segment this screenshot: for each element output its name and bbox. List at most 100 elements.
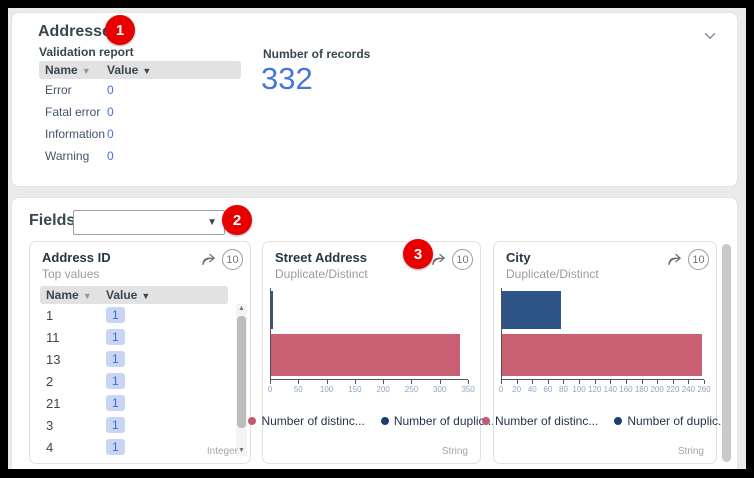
row-value-link[interactable]: 0 bbox=[107, 127, 114, 141]
fields-panel-scrollbar[interactable] bbox=[722, 244, 731, 462]
number-of-records-value: 332 bbox=[261, 61, 313, 96]
legend-item: Number of distinc... bbox=[481, 414, 598, 428]
table-row: Error 0 bbox=[39, 79, 241, 101]
chart-legend: Number of distinc... Number of duplic... bbox=[248, 414, 495, 428]
row-value-chip[interactable]: 1 bbox=[106, 373, 125, 389]
chevron-down-icon bbox=[701, 33, 719, 48]
legend-dot-icon bbox=[380, 417, 389, 425]
chart-bar bbox=[502, 334, 703, 376]
fields-panel: Fields ▼ Address ID Top values 10 Name ▼ … bbox=[11, 197, 738, 469]
chart-bar bbox=[271, 291, 273, 329]
axis-tick-label: 240 bbox=[681, 385, 696, 394]
sort-caret-icon: ▼ bbox=[142, 66, 152, 76]
column-header-value[interactable]: Value ▼ bbox=[107, 63, 151, 77]
field-card-address-id: Address ID Top values 10 Name ▼ Value ▼ 11… bbox=[29, 241, 251, 464]
share-icon bbox=[666, 253, 683, 271]
card-title: Address ID bbox=[42, 250, 111, 265]
column-header-name[interactable]: Name ▼ bbox=[39, 63, 107, 77]
legend-item: Number of duplic... bbox=[614, 414, 728, 428]
table-row: 11 1 bbox=[40, 326, 228, 348]
axis-tick bbox=[704, 380, 705, 384]
table-row: 11 bbox=[40, 304, 228, 326]
sort-caret-icon: ▼ bbox=[81, 66, 91, 76]
annotation-badge-1: 1 bbox=[105, 15, 135, 45]
row-name: 4 bbox=[46, 439, 54, 455]
axis-tick-label: 150 bbox=[348, 385, 362, 394]
axis-tick-label: 220 bbox=[666, 385, 680, 394]
sample-count-badge[interactable]: 10 bbox=[688, 249, 709, 270]
collapse-panel-button[interactable] bbox=[701, 27, 719, 45]
row-value-chip[interactable]: 1 bbox=[106, 417, 125, 433]
row-name: 1 bbox=[46, 307, 54, 323]
axis-tick-label: 200 bbox=[376, 385, 390, 394]
axis-tick bbox=[298, 380, 300, 384]
card-title: Street Address bbox=[275, 250, 367, 265]
axis-tick-label: 350 bbox=[461, 385, 475, 394]
row-value-chip[interactable]: 1 bbox=[106, 329, 125, 345]
axis-tick bbox=[468, 380, 469, 384]
validation-report-table: Name ▼ Value ▼ Error 0 Fatal error 0 Informati… bbox=[39, 61, 241, 167]
sample-count-badge[interactable]: 10 bbox=[452, 249, 473, 270]
chart-plot-area bbox=[501, 288, 704, 380]
row-name: 3 bbox=[46, 417, 54, 433]
legend-dot-icon bbox=[614, 417, 623, 425]
axis-tick bbox=[641, 380, 643, 384]
legend-label: Number of distinc... bbox=[261, 414, 365, 428]
field-filter-dropdown[interactable]: ▼ bbox=[73, 210, 225, 235]
row-value-chip[interactable]: 1 bbox=[106, 395, 125, 411]
caret-down-icon: ▼ bbox=[207, 217, 217, 228]
axis-tick-label: 300 bbox=[433, 385, 447, 394]
table-row: Warning 0 bbox=[39, 145, 241, 167]
row-value-chip[interactable]: 1 bbox=[106, 439, 125, 455]
top-values-body: 1111113121211314171 bbox=[40, 304, 228, 456]
axis-tick bbox=[579, 380, 581, 384]
number-of-records-label: Number of records bbox=[263, 47, 371, 61]
axis-tick-label: 260 bbox=[697, 385, 711, 394]
table-row: 21 1 bbox=[40, 392, 228, 414]
annotation-badge-2: 2 bbox=[222, 205, 252, 235]
axis-tick bbox=[439, 380, 441, 384]
share-button[interactable] bbox=[666, 251, 683, 268]
axis-tick bbox=[354, 380, 356, 384]
validation-table-body: Error 0 Fatal error 0 Information 0 Warning 0 bbox=[39, 79, 241, 167]
field-card-city: City Duplicate/Distinct 10 0 20 40 60 80 100 1… bbox=[481, 241, 728, 464]
table-row: Information 0 bbox=[39, 123, 241, 145]
field-type-label: String bbox=[441, 446, 468, 457]
axis-tick-label: 0 bbox=[267, 385, 273, 394]
column-header-value[interactable]: Value ▼ bbox=[106, 288, 150, 302]
top-values-table: Name▼ Value▼ 1111113121211314171 bbox=[40, 286, 228, 456]
fields-title: Fields bbox=[29, 212, 76, 229]
annotation-badge-3: 3 bbox=[403, 239, 433, 269]
row-name: Fatal error bbox=[45, 105, 101, 119]
row-value-link[interactable]: 0 bbox=[107, 83, 114, 97]
scroll-up-icon[interactable]: ▲ bbox=[236, 304, 247, 314]
sort-caret-icon: ▼ bbox=[141, 291, 151, 301]
share-button[interactable] bbox=[200, 251, 217, 268]
row-value-link[interactable]: 0 bbox=[107, 105, 114, 119]
chart-plot-area bbox=[270, 288, 468, 380]
validation-table-header: Name ▼ Value ▼ bbox=[39, 61, 241, 79]
axis-tick bbox=[594, 380, 596, 384]
axis-tick-label: 40 bbox=[527, 385, 537, 394]
axis-tick bbox=[411, 380, 413, 384]
row-value-chip[interactable]: 1 bbox=[106, 307, 125, 323]
table-scrollbar[interactable]: ▲ ▼ bbox=[236, 304, 247, 456]
legend-item: Number of duplic... bbox=[380, 414, 495, 428]
row-value-link[interactable]: 0 bbox=[107, 149, 114, 163]
axis-tick-label: 120 bbox=[588, 385, 602, 394]
scrollbar-thumb[interactable] bbox=[237, 316, 246, 428]
sample-count-badge[interactable]: 10 bbox=[222, 249, 243, 270]
axis-tick bbox=[657, 380, 659, 384]
chart-x-axis: 0 20 40 60 80 100 120 140 160 180 200 220 240 260 bbox=[499, 380, 711, 396]
column-header-name[interactable]: Name ▼ bbox=[40, 288, 106, 302]
share-icon bbox=[430, 253, 447, 271]
axis-tick-label: 60 bbox=[543, 385, 553, 394]
chart-bar bbox=[502, 291, 562, 329]
row-value-chip[interactable]: 1 bbox=[106, 351, 125, 367]
axis-tick bbox=[270, 380, 271, 384]
app-screen: Addresses Validation report Name ▼ Value ▼… bbox=[8, 8, 746, 469]
field-type-label: String bbox=[677, 446, 704, 457]
axis-tick-label: 20 bbox=[512, 385, 522, 394]
axis-tick bbox=[383, 380, 385, 384]
validation-report-title: Validation report bbox=[39, 45, 134, 59]
